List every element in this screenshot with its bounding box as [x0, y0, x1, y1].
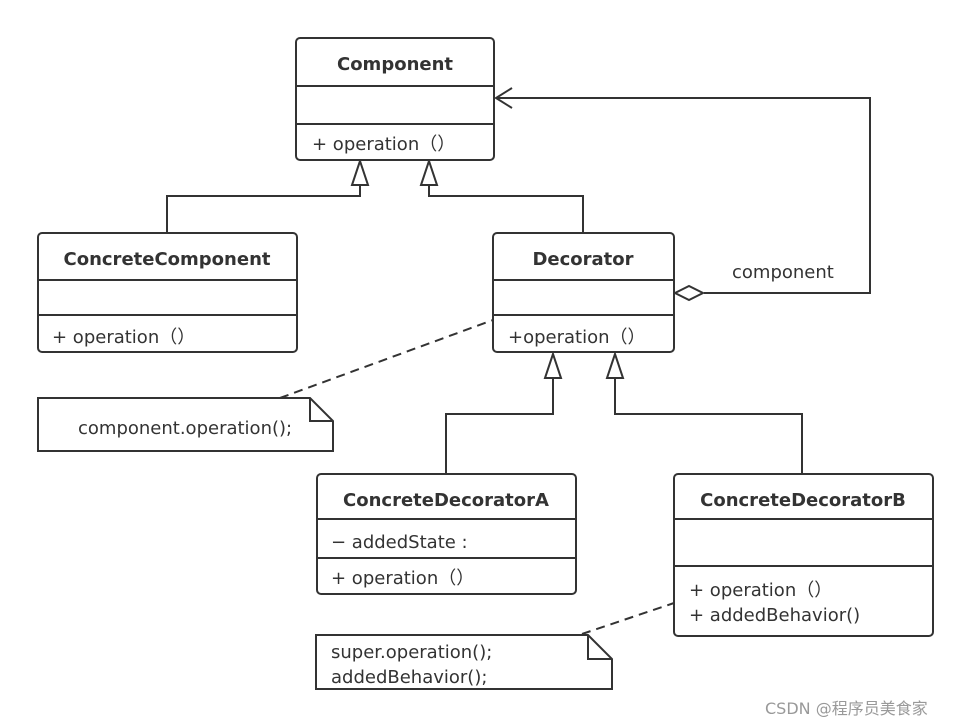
aggregation-label: component: [732, 262, 834, 283]
class-concrete-decorator-b: ConcreteDecoratorB + operation（） + added…: [673, 473, 934, 637]
inheritance-arrowhead: [350, 157, 370, 186]
note-decorator: component.operation();: [37, 397, 334, 452]
uml-decorator-diagram: component Component + operation（） Concre…: [37, 37, 934, 718]
operation: + operation（）: [689, 580, 832, 601]
class-name: Component: [337, 54, 453, 75]
class-name: Decorator: [532, 249, 633, 270]
inheritance-line-concrete-component: [166, 185, 361, 233]
aggregation-diamond: [672, 284, 706, 302]
class-name: ConcreteDecoratorA: [343, 490, 549, 511]
inheritance-line-decorator: [428, 185, 584, 233]
watermark: CSDN @程序员美食家: [765, 699, 928, 718]
attribute: − addedState :: [331, 532, 468, 553]
note-text: addedBehavior();: [331, 667, 487, 688]
operation: + operation（）: [312, 134, 455, 155]
class-concrete-decorator-a: ConcreteDecoratorA − addedState : + oper…: [316, 473, 577, 595]
class-name: ConcreteComponent: [64, 249, 271, 270]
class-name: ConcreteDecoratorB: [700, 490, 906, 511]
note-text: super.operation();: [331, 642, 492, 663]
operation: + addedBehavior(): [689, 605, 860, 626]
note-link: [581, 602, 675, 635]
inheritance-arrowhead: [543, 350, 563, 379]
note-link: [279, 319, 494, 399]
inheritance-line-decorator-a: [445, 378, 554, 474]
operation: +operation（）: [508, 327, 646, 348]
note-decorator-b: super.operation(); addedBehavior();: [315, 634, 613, 690]
inheritance-arrowhead: [419, 157, 439, 186]
class-concrete-component: ConcreteComponent + operation（）: [37, 232, 298, 353]
inheritance-arrowhead: [605, 350, 625, 379]
operation: + operation（）: [52, 327, 195, 348]
class-component: Component + operation（）: [295, 37, 495, 161]
operation: + operation（）: [331, 568, 474, 589]
class-decorator: Decorator +operation（）: [492, 232, 675, 353]
note-text: component.operation();: [78, 418, 292, 439]
inheritance-line-decorator-b: [614, 378, 803, 474]
